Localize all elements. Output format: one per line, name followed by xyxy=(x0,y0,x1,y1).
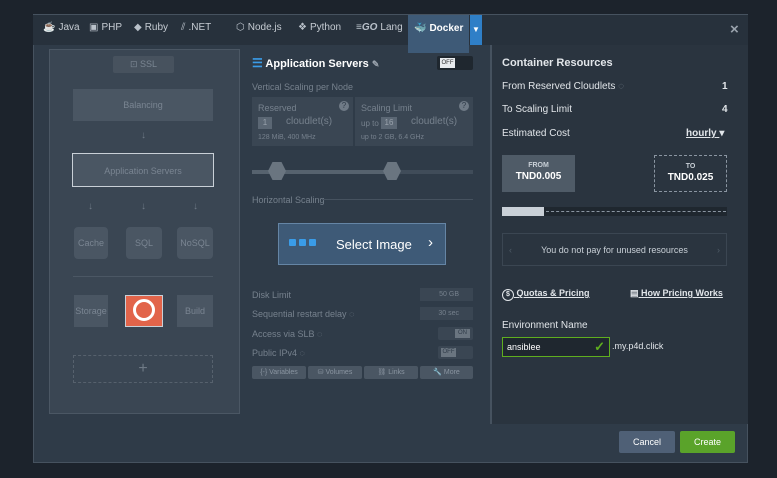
tab-python[interactable]: ❖ Python xyxy=(298,22,341,33)
add-node-button[interactable]: + xyxy=(73,355,213,383)
cost-range-fill xyxy=(502,207,544,216)
slb-toggle[interactable]: ON xyxy=(438,327,473,340)
sql-node[interactable]: SQL xyxy=(126,227,162,259)
quotas-pricing-link[interactable]: $ Quotas & Pricing xyxy=(502,288,590,301)
engine-tabbar: ☕ Java ▣ PHP ◆ Ruby ⫽ .NET ⬡ Node.js ❖ Python … xyxy=(33,15,748,53)
wrench-icon: 🔧 xyxy=(433,369,444,376)
chevron-right-icon: › xyxy=(428,234,433,251)
to-limit-value: 4 xyxy=(722,104,728,115)
ssl-toggle[interactable]: ⊡ SSL xyxy=(113,56,174,73)
dollar-icon: $ xyxy=(502,289,514,301)
tab-nodejs[interactable]: ⬡ Node.js xyxy=(236,22,282,33)
layer-title: ☰ Application Servers ✎ xyxy=(252,56,380,70)
slb-label: Access via SLB ◌ xyxy=(252,329,323,339)
go-icon: ≡GO xyxy=(356,22,378,33)
reserved-input[interactable]: 1 xyxy=(258,117,272,129)
horizontal-scaling-label: Horizontal Scaling xyxy=(252,195,325,205)
env-name-input[interactable]: ansiblee ✓ xyxy=(502,337,610,357)
arrow-down-icon: ↓ xyxy=(141,130,146,141)
document-icon: ▤ xyxy=(630,288,639,298)
env-name-label: Environment Name xyxy=(502,320,588,331)
build-node[interactable]: Build xyxy=(177,295,213,327)
divider xyxy=(490,45,491,424)
close-icon[interactable]: × xyxy=(730,21,739,38)
docker-icon: 🐳 xyxy=(414,23,427,34)
disk-limit-label: Disk Limit xyxy=(252,290,292,300)
from-reserved-value: 1 xyxy=(722,81,728,92)
php-icon: ▣ xyxy=(89,22,99,33)
help-icon[interactable]: ◌ xyxy=(349,309,354,319)
ubuntu-container-node[interactable] xyxy=(125,295,163,327)
tab-php[interactable]: ▣ PHP xyxy=(89,22,122,33)
more-button[interactable]: 🔧 More xyxy=(420,366,473,379)
dots-icon xyxy=(289,239,319,247)
period-dropdown[interactable]: hourly ▾ xyxy=(686,128,724,139)
env-domain: .my.p4d.click xyxy=(612,341,664,351)
layer-toggle[interactable]: OFF xyxy=(437,56,473,70)
help-icon[interactable]: ? xyxy=(339,101,349,111)
select-image-button[interactable]: Select Image › xyxy=(278,223,446,265)
edit-icon[interactable]: ✎ xyxy=(372,59,380,69)
divider xyxy=(322,199,473,200)
storage-node[interactable]: Storage xyxy=(74,295,108,327)
tab-go[interactable]: ≡GO Lang xyxy=(356,22,403,33)
nodejs-icon: ⬡ xyxy=(236,22,245,33)
link-icon: ⛓ xyxy=(377,369,389,376)
from-price-box: FROM TND0.005 xyxy=(502,155,575,192)
tab-docker[interactable]: 🐳 Docker xyxy=(408,15,470,53)
help-icon[interactable]: ◌ xyxy=(300,348,305,358)
ubuntu-icon xyxy=(133,299,155,321)
volumes-button[interactable]: ⛁ Volumes xyxy=(308,366,362,379)
arrow-down-icon: ↓ xyxy=(141,201,146,212)
tab-java[interactable]: ☕ Java xyxy=(43,22,80,33)
python-icon: ❖ xyxy=(298,22,307,33)
restart-delay-label: Sequential restart delay ◌ xyxy=(252,309,355,319)
ipv4-toggle[interactable]: OFF xyxy=(438,346,473,359)
how-pricing-works-link[interactable]: ▤ How Pricing Works xyxy=(630,288,723,299)
to-limit-label: To Scaling Limit xyxy=(502,104,573,115)
braces-icon: {-} xyxy=(260,369,270,376)
vertical-scaling-label: Vertical Scaling per Node xyxy=(252,82,354,92)
dotnet-icon: ⫽ xyxy=(181,22,186,33)
arrow-down-icon: ↓ xyxy=(88,201,93,212)
links-button[interactable]: ⛓ Links xyxy=(364,366,418,379)
tab-dotnet[interactable]: ⫽ .NET xyxy=(181,22,211,33)
java-icon: ☕ xyxy=(43,22,56,33)
caret-down-icon: ▾ xyxy=(719,128,725,139)
balancing-node[interactable]: Balancing xyxy=(73,89,213,121)
create-button[interactable]: Create xyxy=(680,431,735,453)
lock-icon: ⊡ xyxy=(129,59,141,69)
cache-node[interactable]: Cache xyxy=(74,227,108,259)
chevron-right-icon: › xyxy=(717,245,720,255)
nosql-node[interactable]: NoSQL xyxy=(177,227,213,259)
restart-delay-input[interactable]: 30 sec xyxy=(420,307,473,320)
tab-dropdown[interactable]: ▼ xyxy=(470,15,482,45)
ruby-icon: ◆ xyxy=(134,22,142,33)
scaling-limit-input[interactable]: 16 xyxy=(381,117,397,129)
divider xyxy=(73,276,213,277)
cancel-button[interactable]: Cancel xyxy=(619,431,675,453)
arrow-down-icon: ↓ xyxy=(193,201,198,212)
from-reserved-label: From Reserved Cloudlets ◌ xyxy=(502,81,625,92)
cost-range-dashed xyxy=(546,211,726,212)
chevron-left-icon: ‹ xyxy=(509,245,512,255)
help-icon[interactable]: ? xyxy=(459,101,469,111)
variables-button[interactable]: {-} Variables xyxy=(252,366,306,379)
resources-title: Container Resources xyxy=(502,57,613,69)
to-price-box: TO TND0.025 xyxy=(654,155,727,192)
tab-ruby[interactable]: ◆ Ruby xyxy=(134,22,168,33)
unused-resources-note: ‹ You do not pay for unused resources › xyxy=(502,233,727,266)
help-icon[interactable]: ◌ xyxy=(618,81,624,92)
checkmark-icon: ✓ xyxy=(594,339,605,354)
estimated-cost-label: Estimated Cost xyxy=(502,128,570,139)
chevron-down-icon: ▼ xyxy=(472,25,480,34)
reserved-box: Reserved ? 1 cloudlet(s) 128 MiB, 400 MH… xyxy=(252,97,353,146)
menu-icon[interactable]: ☰ xyxy=(252,56,263,70)
help-icon[interactable]: ◌ xyxy=(317,329,322,339)
disk-limit-input[interactable]: 50 GB xyxy=(420,288,473,301)
scaling-limit-box: Scaling Limit ? up to 16 cloudlet(s) up … xyxy=(355,97,473,146)
ipv4-label: Public IPv4 ◌ xyxy=(252,348,305,358)
application-servers-node[interactable]: Application Servers xyxy=(72,153,214,187)
